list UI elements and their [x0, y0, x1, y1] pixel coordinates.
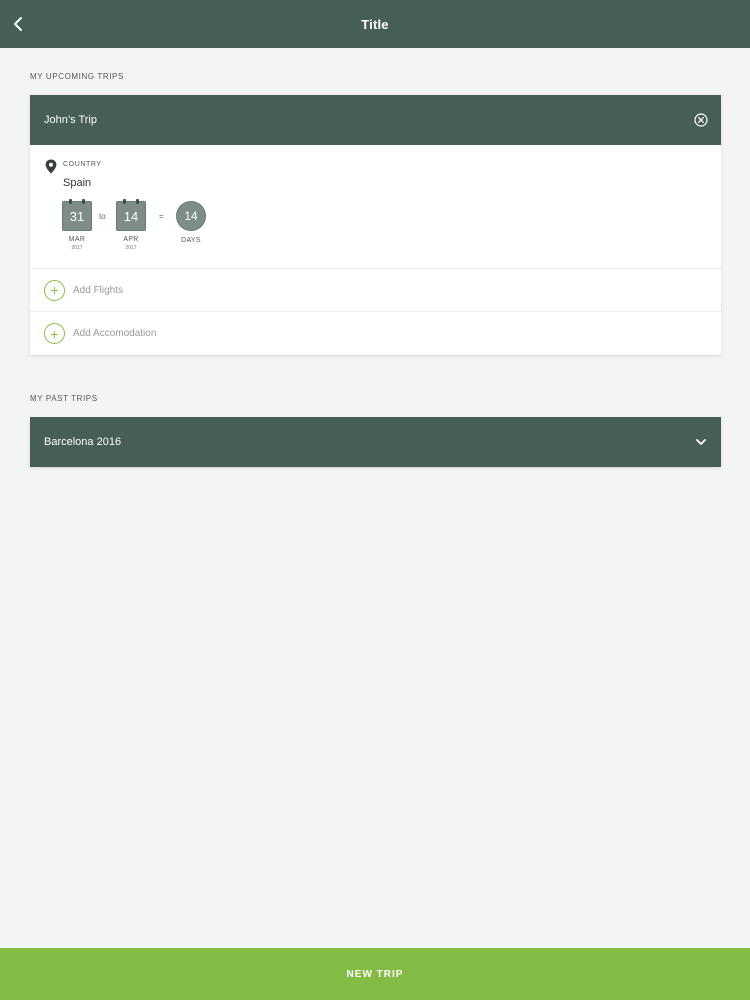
start-day: 31 [69, 208, 85, 224]
equals-sign: = [159, 212, 164, 221]
calendar-icon: 14 [116, 199, 146, 231]
end-year: 2017 [125, 245, 137, 251]
start-month: MAR [68, 236, 86, 243]
days-label: DAYS [181, 237, 201, 244]
country-value: Spain [63, 177, 92, 189]
add-flights-button[interactable]: + Add Flights [30, 269, 721, 312]
close-trip-button[interactable] [693, 112, 709, 128]
country-label: COUNTRY [63, 161, 102, 168]
upcoming-trip-card: John’s Trip COUNTRY Spain 31 MAR 2017 to… [30, 95, 721, 355]
calendar-icon: 31 [62, 199, 92, 231]
add-flights-label: Add Flights [73, 284, 124, 296]
trip-duration: 14 DAYS [176, 201, 206, 244]
top-bar: Title [0, 0, 750, 48]
past-trips-label: MY PAST TRIPS [30, 394, 98, 403]
trip-header[interactable]: John’s Trip [30, 95, 721, 145]
chevron-down-icon [696, 439, 706, 445]
start-date[interactable]: 31 MAR 2017 [62, 199, 92, 251]
upcoming-trips-label: MY UPCOMING TRIPS [30, 72, 124, 81]
add-accomodation-button[interactable]: + Add Accomodation [30, 312, 721, 355]
new-trip-button[interactable]: NEW TRIP [0, 948, 750, 1000]
trip-name: John’s Trip [44, 114, 97, 126]
past-trip-card: Barcelona 2016 [30, 417, 721, 467]
expand-button[interactable] [693, 434, 709, 450]
end-date[interactable]: 14 APR 2017 [116, 199, 146, 251]
trip-details: COUNTRY Spain 31 MAR 2017 to 14 APR 2017… [30, 145, 721, 269]
start-year: 2017 [71, 245, 83, 251]
plus-circle-icon: + [44, 323, 65, 344]
past-trip-name: Barcelona 2016 [44, 436, 122, 448]
map-pin-icon [45, 159, 57, 174]
close-circle-icon [694, 113, 708, 127]
days-value: 14 [184, 209, 198, 223]
page-title: Title [361, 16, 389, 32]
plus-circle-icon: + [44, 279, 65, 301]
end-day: 14 [123, 208, 139, 224]
add-accomodation-label: Add Accomodation [73, 328, 157, 339]
past-trip-header[interactable]: Barcelona 2016 [30, 417, 721, 467]
date-connector: to [99, 212, 106, 221]
end-month: APR [123, 236, 139, 243]
days-badge: 14 [176, 201, 206, 231]
